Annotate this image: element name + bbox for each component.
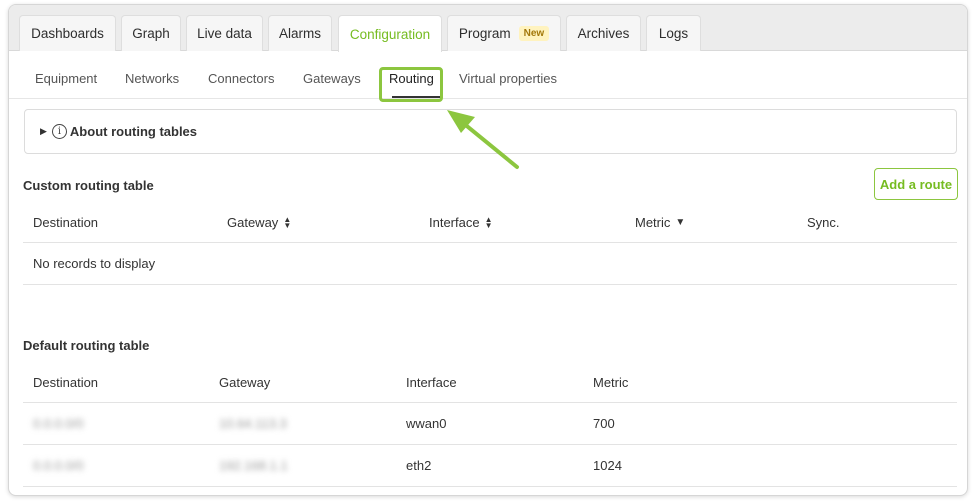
tab-logs[interactable]: Logs: [646, 15, 701, 51]
metric-cell: 700: [593, 416, 615, 431]
destination-cell: 0.0.0.0/0: [33, 416, 84, 431]
column-metric: Metric: [593, 375, 628, 390]
custom-table-header: Destination Gateway ▲ ▼ Interface ▲ ▼ Metr…: [23, 203, 957, 243]
column-label: Metric: [593, 375, 629, 390]
sort-icon[interactable]: ▲ ▼: [485, 215, 493, 229]
tab-label: Logs: [658, 26, 689, 41]
sub-tab-bar: Equipment Networks Connectors Gateways R…: [9, 51, 967, 102]
column-label: Sync.: [807, 215, 840, 230]
column-destination: Destination: [33, 375, 98, 390]
tab-live-data[interactable]: Live data: [186, 15, 263, 51]
column-gateway: Gateway: [219, 375, 270, 390]
subtab-networks[interactable]: Networks: [125, 71, 179, 86]
sort-descending-icon[interactable]: ▼: [675, 217, 685, 228]
tab-graph[interactable]: Graph: [121, 15, 181, 51]
column-label: Interface: [406, 375, 457, 390]
tab-label: Graph: [132, 26, 170, 41]
column-interface: Interface: [406, 375, 457, 390]
tab-dashboards[interactable]: Dashboards: [19, 15, 116, 51]
sort-icon[interactable]: ▲ ▼: [283, 215, 291, 229]
tab-label: Live data: [197, 26, 252, 41]
default-table-title: Default routing table: [23, 338, 150, 353]
tab-label: Program: [458, 26, 511, 41]
table-row: 0.0.0.0/0 192.168.1.1 eth2 1024: [23, 445, 957, 487]
tab-archives[interactable]: Archives: [566, 15, 641, 51]
interface-cell: wwan0: [406, 416, 447, 431]
custom-table-title: Custom routing table: [23, 178, 154, 193]
subtab-virtual-properties[interactable]: Virtual properties: [459, 71, 557, 86]
tab-label: Archives: [577, 26, 630, 41]
tab-label: Dashboards: [31, 26, 104, 41]
tab-label: Alarms: [278, 26, 321, 41]
caret-right-icon: ▶: [40, 126, 47, 136]
default-table-header: Destination Gateway Interface Metric: [23, 363, 957, 403]
subtab-gateways[interactable]: Gateways: [303, 71, 361, 86]
empty-row: No records to display: [23, 243, 957, 285]
main-tab-bar: Dashboards Graph Live data Alarms Config…: [9, 5, 967, 52]
column-label: Metric: [635, 215, 671, 230]
tab-label: Configuration: [349, 26, 431, 42]
info-icon: i: [51, 124, 67, 139]
tab-configuration[interactable]: Configuration: [338, 15, 442, 52]
subtab-equipment[interactable]: Equipment: [35, 71, 97, 86]
gateway-cell: 192.168.1.1: [219, 458, 288, 473]
about-routing-tables-panel[interactable]: ▶ i About routing tables: [24, 109, 957, 154]
column-destination: Destination: [33, 215, 98, 230]
about-label: About routing tables: [69, 124, 198, 139]
empty-message: No records to display: [33, 256, 156, 271]
column-label: Gateway: [227, 215, 279, 230]
column-metric[interactable]: Metric ▼: [635, 215, 685, 230]
new-badge: New: [518, 26, 550, 41]
column-label: Interface: [429, 215, 480, 230]
column-gateway[interactable]: Gateway ▲ ▼: [227, 215, 291, 230]
destination-cell: 0.0.0.0/0: [33, 458, 84, 473]
column-interface[interactable]: Interface ▲ ▼: [429, 215, 493, 230]
app-window: Dashboards Graph Live data Alarms Config…: [8, 4, 968, 496]
add-route-button[interactable]: Add a route: [874, 168, 958, 200]
column-label: Destination: [33, 375, 99, 390]
tab-alarms[interactable]: Alarms: [268, 15, 332, 51]
column-sync: Sync.: [807, 215, 840, 230]
subtab-connectors[interactable]: Connectors: [208, 71, 274, 86]
column-label: Gateway: [219, 375, 271, 390]
interface-cell: eth2: [406, 458, 432, 473]
tab-program[interactable]: Program New: [447, 15, 561, 51]
table-row: 0.0.0.0/0 10.64.113.3 wwan0 700: [23, 403, 957, 445]
column-label: Destination: [33, 215, 99, 230]
routing-highlight-box: [379, 67, 443, 102]
gateway-cell: 10.64.113.3: [219, 416, 287, 431]
metric-cell: 1024: [593, 458, 622, 473]
